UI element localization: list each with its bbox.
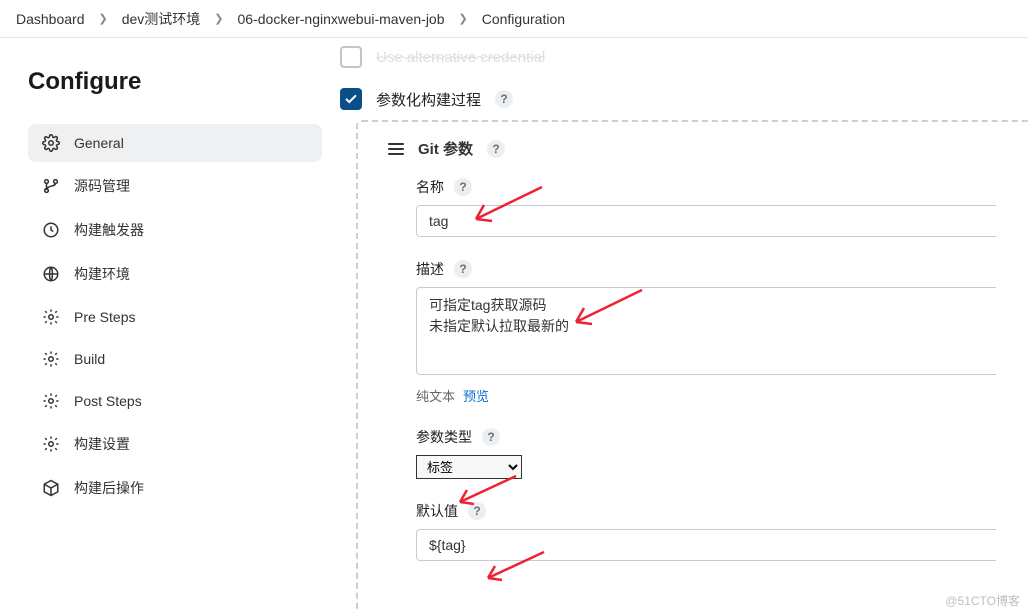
description-textarea[interactable]	[416, 287, 996, 375]
preview-link[interactable]: 预览	[463, 386, 489, 405]
help-icon[interactable]: ?	[454, 178, 472, 196]
default-input[interactable]	[416, 529, 996, 561]
sidebar-item-scm[interactable]: 源码管理	[28, 166, 322, 206]
sidebar-item-postbuild[interactable]: 构建后操作	[28, 468, 322, 508]
git-parameter-title: Git 参数	[418, 138, 473, 159]
sidebar-item-build-settings[interactable]: 构建设置	[28, 424, 322, 464]
param-type-select[interactable]: 标签	[416, 455, 522, 479]
help-icon[interactable]: ?	[468, 502, 486, 520]
breadcrumb: Dashboard ❯ dev测试环境 ❯ 06-docker-nginxweb…	[0, 0, 1028, 38]
package-icon	[42, 479, 60, 497]
param-type-label: 参数类型	[416, 427, 472, 447]
sidebar-item-triggers[interactable]: 构建触发器	[28, 210, 322, 250]
sidebar-item-env[interactable]: 构建环境	[28, 254, 322, 294]
gear-icon	[42, 435, 60, 453]
help-icon[interactable]: ?	[487, 140, 505, 158]
globe-icon	[42, 265, 60, 283]
checkbox-unchecked[interactable]	[340, 46, 362, 68]
plaintext-link[interactable]: 纯文本	[416, 386, 455, 405]
field-default: 默认值 ?	[416, 501, 1028, 561]
sidebar-item-label: Pre Steps	[74, 309, 135, 325]
sidebar: Configure General 源码管理 构建触发器 构建环境	[0, 38, 340, 611]
sidebar-item-label: Build	[74, 351, 105, 367]
sidebar-item-label: 构建设置	[74, 434, 130, 454]
sidebar-item-label: Post Steps	[74, 393, 142, 409]
content-pane: Use alternative credential 参数化构建过程 ? Git…	[340, 38, 1028, 611]
description-label: 描述	[416, 259, 444, 279]
page-title: Configure	[28, 68, 322, 96]
name-input[interactable]	[416, 205, 996, 237]
gear-icon	[42, 308, 60, 326]
sidebar-item-build[interactable]: Build	[28, 340, 322, 378]
sidebar-item-presteps[interactable]: Pre Steps	[28, 298, 322, 336]
chevron-right-icon: ❯	[214, 12, 223, 25]
chevron-right-icon: ❯	[99, 12, 108, 25]
gear-icon	[42, 134, 60, 152]
name-label: 名称	[416, 177, 444, 197]
checkbox-checked[interactable]	[340, 88, 362, 110]
drag-handle-icon[interactable]	[388, 143, 404, 155]
field-param-type: 参数类型 ? 标签	[416, 427, 1028, 479]
sidebar-item-label: 构建环境	[74, 264, 130, 284]
branch-icon	[42, 177, 60, 195]
field-description: 描述 ? 纯文本 预览	[416, 259, 1028, 405]
gear-icon	[42, 350, 60, 368]
clock-icon	[42, 221, 60, 239]
parametrized-label: 参数化构建过程	[376, 89, 481, 110]
breadcrumb-env[interactable]: dev测试环境	[122, 9, 201, 29]
sidebar-item-poststeps[interactable]: Post Steps	[28, 382, 322, 420]
help-icon[interactable]: ?	[454, 260, 472, 278]
breadcrumb-config[interactable]: Configuration	[482, 11, 565, 27]
breadcrumb-dashboard[interactable]: Dashboard	[16, 11, 85, 27]
truncated-option: Use alternative credential	[340, 46, 1028, 68]
sidebar-item-label: 源码管理	[74, 176, 130, 196]
default-label: 默认值	[416, 501, 458, 521]
help-icon[interactable]: ?	[495, 90, 513, 108]
parameters-panel: Git 参数 ? 名称 ? 描述 ? 纯文本 预览	[356, 120, 1028, 611]
truncated-label: Use alternative credential	[376, 49, 545, 66]
sidebar-item-label: 构建触发器	[74, 220, 144, 240]
watermark: @51CTO博客	[945, 592, 1020, 609]
sidebar-item-label: 构建后操作	[74, 478, 144, 498]
chevron-right-icon: ❯	[459, 12, 468, 25]
sidebar-item-general[interactable]: General	[28, 124, 322, 162]
breadcrumb-job[interactable]: 06-docker-nginxwebui-maven-job	[238, 11, 445, 27]
gear-icon	[42, 392, 60, 410]
sidebar-item-label: General	[74, 135, 124, 151]
field-name: 名称 ?	[416, 177, 1028, 237]
help-icon[interactable]: ?	[482, 428, 500, 446]
